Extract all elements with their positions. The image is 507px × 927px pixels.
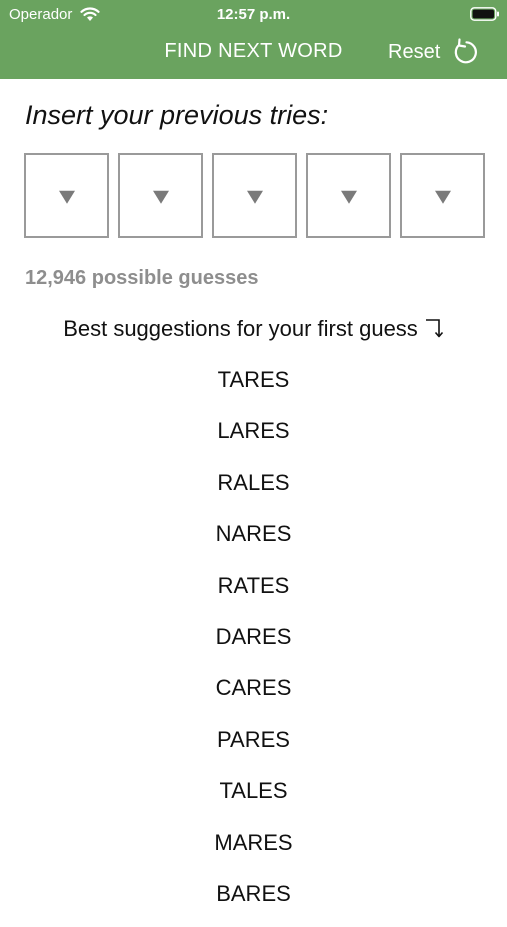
previous-tries-slots xyxy=(24,153,485,238)
suggestions-heading-text: Best suggestions for your first guess xyxy=(63,316,418,341)
reset-button[interactable]: Reset xyxy=(388,36,478,68)
dropdown-caret-icon xyxy=(340,190,357,204)
dropdown-caret-icon xyxy=(246,190,263,204)
suggestion-word[interactable]: TARES xyxy=(0,362,507,413)
status-bar: Operador 12:57 p.m. xyxy=(0,0,507,30)
suggestion-word[interactable]: RALES xyxy=(0,465,507,516)
suggestion-list: TARES LARES RALES NARES RATES DARES CARE… xyxy=(0,362,507,927)
dropdown-caret-icon xyxy=(58,190,75,204)
suggestion-word[interactable]: PARES xyxy=(0,722,507,773)
suggestion-word[interactable]: LARES xyxy=(0,413,507,464)
suggestion-word[interactable]: TALES xyxy=(0,773,507,824)
letter-slot-5[interactable] xyxy=(400,153,485,238)
letter-slot-1[interactable] xyxy=(24,153,109,238)
suggestions-heading: Best suggestions for your first guess xyxy=(0,316,507,342)
turn-down-arrow-icon xyxy=(425,319,443,338)
reset-arrow-icon xyxy=(455,38,478,64)
suggestion-word[interactable]: CARES xyxy=(0,670,507,721)
letter-slot-4[interactable] xyxy=(306,153,391,238)
previous-tries-prompt: Insert your previous tries: xyxy=(25,100,329,130)
letter-slot-3[interactable] xyxy=(212,153,297,238)
suggestion-word[interactable]: DARES xyxy=(0,619,507,670)
battery-icon xyxy=(470,7,499,21)
suggestion-word[interactable]: NARES xyxy=(0,516,507,567)
clock: 12:57 p.m. xyxy=(216,6,291,23)
dropdown-caret-icon xyxy=(152,190,169,204)
letter-slot-2[interactable] xyxy=(118,153,203,238)
suggestion-word[interactable]: MARES xyxy=(0,825,507,876)
navigation-header: Operador 12:57 p.m. FIND NEXT WORD Reset xyxy=(0,0,507,79)
reset-label: Reset xyxy=(388,40,441,63)
suggestion-word[interactable]: RATES xyxy=(0,568,507,619)
suggestion-word[interactable]: BARES xyxy=(0,876,507,927)
possible-guesses-count: 12,946 possible guesses xyxy=(25,267,259,289)
dropdown-caret-icon xyxy=(434,190,451,204)
